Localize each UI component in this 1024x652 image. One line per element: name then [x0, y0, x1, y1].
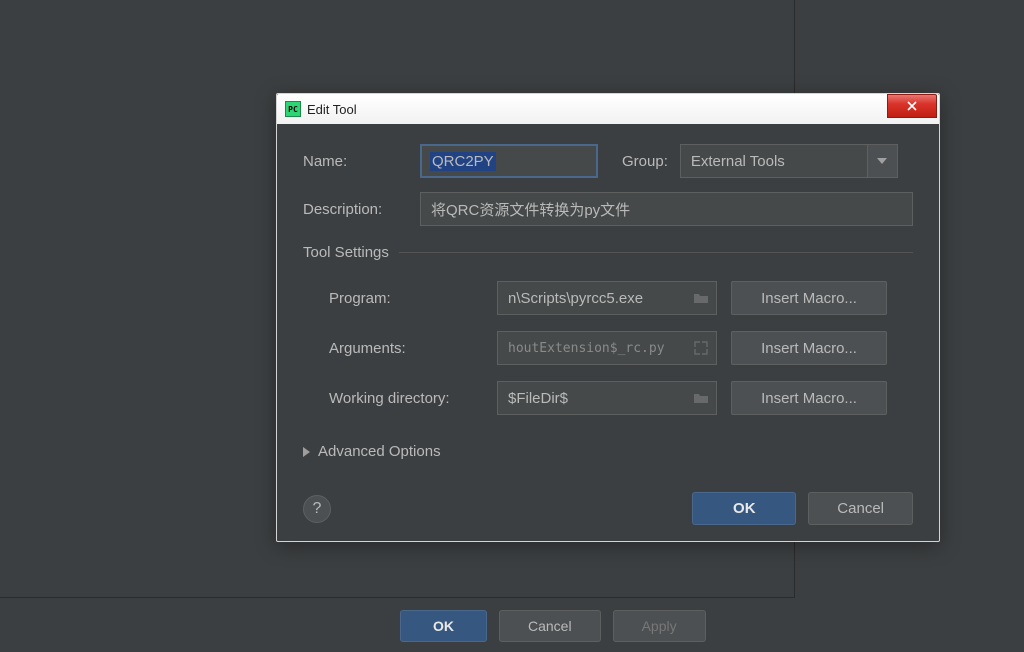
advanced-options-row[interactable]: Advanced Options	[303, 443, 913, 460]
name-group-row: Name: QRC2PY Group: External Tools	[303, 144, 913, 178]
parent-cancel-button[interactable]: Cancel	[499, 610, 601, 642]
close-icon	[906, 100, 918, 112]
arguments-input-wrap	[497, 331, 717, 365]
workdir-input-wrap	[497, 381, 717, 415]
footer-buttons: OK Cancel	[692, 492, 913, 525]
name-label: Name:	[303, 153, 408, 170]
edit-tool-dialog: PC Edit Tool Name: QRC2PY Group: Externa…	[276, 93, 940, 542]
workdir-row: Working directory: Insert Macro...	[303, 381, 913, 415]
arguments-input[interactable]	[497, 331, 717, 365]
parent-ok-button[interactable]: OK	[400, 610, 487, 642]
description-input[interactable]	[420, 192, 913, 226]
dialog-title: Edit Tool	[307, 102, 357, 117]
cancel-button[interactable]: Cancel	[808, 492, 913, 525]
description-label: Description:	[303, 201, 408, 218]
titlebar[interactable]: PC Edit Tool	[277, 94, 939, 124]
group-dropdown-button[interactable]	[868, 144, 898, 178]
expand-icon[interactable]	[693, 341, 709, 355]
group-combobox[interactable]: External Tools	[680, 144, 898, 178]
titlebar-left: PC Edit Tool	[285, 101, 357, 117]
insert-macro-arguments-button[interactable]: Insert Macro...	[731, 331, 887, 365]
chevron-down-icon	[877, 158, 887, 164]
description-row: Description:	[303, 192, 913, 226]
folder-icon[interactable]	[693, 391, 709, 405]
folder-icon[interactable]	[693, 291, 709, 305]
insert-macro-program-button[interactable]: Insert Macro...	[731, 281, 887, 315]
workdir-input[interactable]	[497, 381, 717, 415]
dialog-body: Name: QRC2PY Group: External Tools Descr…	[277, 124, 939, 541]
group-label: Group:	[622, 153, 668, 170]
arguments-label: Arguments:	[329, 340, 483, 357]
program-row: Program: Insert Macro...	[303, 281, 913, 315]
insert-macro-workdir-button[interactable]: Insert Macro...	[731, 381, 887, 415]
group-value[interactable]: External Tools	[680, 144, 868, 178]
program-label: Program:	[329, 290, 483, 307]
program-input-wrap	[497, 281, 717, 315]
workdir-label: Working directory:	[329, 390, 483, 407]
ok-button[interactable]: OK	[692, 492, 796, 525]
close-button[interactable]	[887, 94, 937, 118]
advanced-options-label: Advanced Options	[318, 443, 441, 460]
tool-settings-header: Tool Settings	[303, 244, 913, 261]
name-input-value: QRC2PY	[430, 152, 496, 171]
triangle-right-icon	[303, 447, 310, 457]
arguments-row: Arguments: Insert Macro...	[303, 331, 913, 365]
parent-footer: OK Cancel Apply	[0, 598, 1024, 652]
name-input[interactable]: QRC2PY	[420, 144, 598, 178]
program-input[interactable]	[497, 281, 717, 315]
section-divider	[399, 252, 913, 253]
pycharm-icon: PC	[285, 101, 301, 117]
parent-footer-buttons: OK Cancel Apply	[400, 610, 706, 642]
help-button[interactable]: ?	[303, 495, 331, 523]
parent-apply-button[interactable]: Apply	[613, 610, 706, 642]
dialog-footer: ? OK Cancel	[303, 484, 913, 525]
tool-settings-label: Tool Settings	[303, 244, 389, 261]
